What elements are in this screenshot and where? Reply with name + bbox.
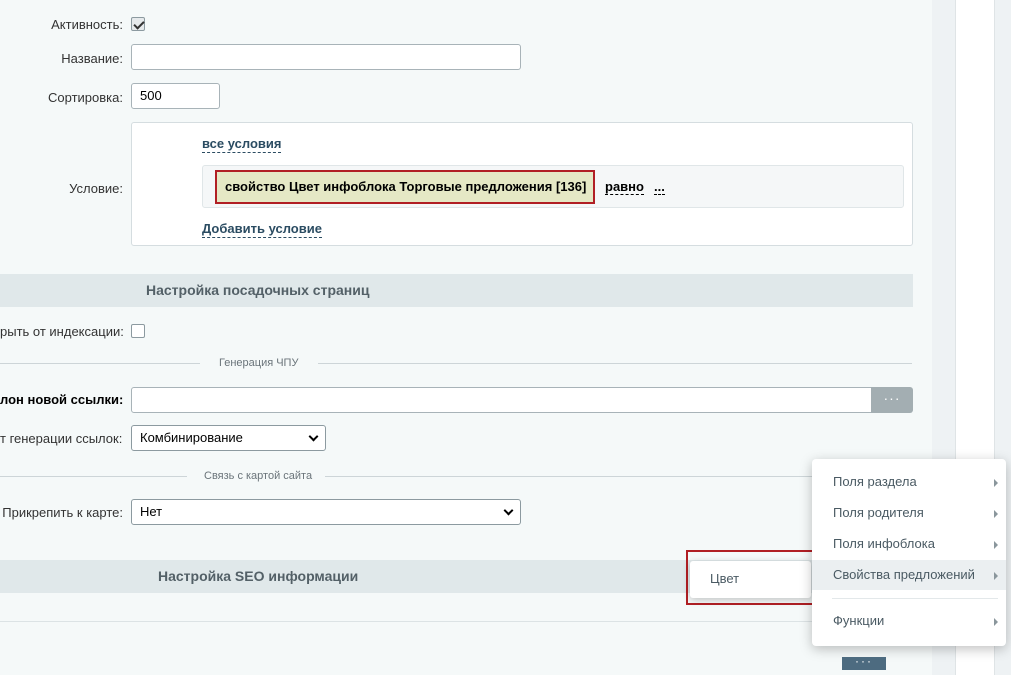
generation-select[interactable]: Комбинирование — [131, 425, 326, 451]
chpu-divider-label: Генерация ЧПУ — [219, 357, 299, 369]
name-input[interactable] — [131, 44, 521, 70]
hide-index-label: рыть от индексации: — [0, 324, 124, 339]
sort-input[interactable]: 500 — [131, 83, 220, 109]
menu-item-iblock-fields[interactable]: Поля инфоблока — [812, 529, 1006, 559]
menu-item-functions[interactable]: Функции — [812, 606, 1006, 636]
attach-select[interactable]: Нет — [131, 499, 521, 525]
attach-label: Прикрепить к карте: — [2, 505, 123, 520]
menu-item-label: Поля инфоблока — [833, 536, 935, 551]
submenu-popup: Цвет — [690, 561, 811, 598]
add-condition-link[interactable]: Добавить условие — [202, 221, 322, 238]
activity-label: Активность: — [51, 17, 123, 32]
seo-section-title: Настройка SEO информации — [158, 568, 359, 584]
chevron-right-icon — [994, 618, 998, 626]
attach-select-value: Нет — [140, 504, 163, 519]
insert-menu-button[interactable]: ··· — [842, 655, 886, 670]
submenu-item-color[interactable]: Цвет — [710, 571, 739, 586]
activity-checkbox[interactable] — [131, 17, 145, 31]
sitemap-divider-label: Связь с картой сайта — [204, 470, 313, 482]
sort-label: Сортировка: — [48, 90, 123, 105]
chevron-right-icon — [994, 541, 998, 549]
condition-property-chip[interactable]: свойство Цвет инфоблока Торговые предлож… — [215, 170, 595, 204]
menu-item-label: Поля родителя — [833, 505, 924, 520]
menu-item-parent-fields[interactable]: Поля родителя — [812, 498, 1006, 528]
hide-index-checkbox[interactable] — [131, 324, 145, 338]
chevron-right-icon — [994, 479, 998, 487]
menu-item-label: Функции — [833, 613, 885, 628]
chevron-right-icon — [994, 510, 998, 518]
generation-label: т генерации ссылок: — [0, 431, 123, 446]
name-label: Название: — [61, 51, 123, 66]
template-label: лон новой ссылки: — [0, 392, 124, 407]
generation-select-value: Комбинирование — [140, 430, 243, 445]
chevron-right-icon — [994, 572, 998, 580]
chevron-down-icon — [503, 505, 514, 516]
menu-item-label: Свойства предложений — [833, 567, 975, 582]
menu-item-section-fields[interactable]: Поля раздела — [812, 467, 1006, 497]
all-conditions-link[interactable]: все условия — [202, 136, 282, 153]
template-input[interactable] — [131, 387, 872, 413]
divider-line — [0, 621, 913, 622]
chevron-down-icon — [308, 431, 319, 442]
divider-line — [0, 476, 187, 477]
menu-item-label: Поля раздела — [833, 474, 917, 489]
landing-section-title: Настройка посадочных страниц — [146, 282, 370, 298]
landing-section-header: Настройка посадочных страниц — [0, 274, 913, 307]
condition-label: Условие: — [69, 181, 123, 196]
condition-value[interactable]: ... — [654, 179, 665, 195]
divider-line — [0, 363, 200, 364]
condition-operator[interactable]: равно — [605, 179, 644, 195]
menu-item-offer-properties[interactable]: Свойства предложений — [812, 560, 1006, 590]
template-more-button[interactable]: ··· — [871, 387, 913, 413]
divider-line — [318, 363, 912, 364]
menu-separator — [832, 598, 998, 599]
